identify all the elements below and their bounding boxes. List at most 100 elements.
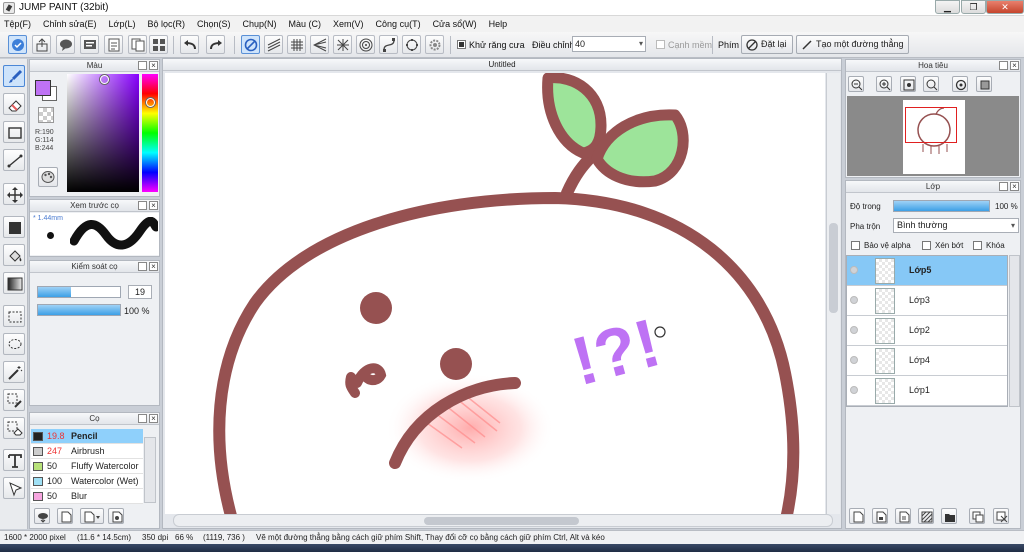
- panel-close-icon[interactable]: [149, 60, 158, 71]
- maximize-button[interactable]: ❐: [961, 0, 986, 14]
- menu-color[interactable]: Màu (C): [289, 19, 322, 29]
- correction-dropdown[interactable]: 40: [572, 36, 646, 52]
- layer-visibility-icon[interactable]: [850, 386, 858, 394]
- zoom-out-button[interactable]: [848, 76, 864, 92]
- redo-button[interactable]: [206, 35, 225, 54]
- snap-grid-button[interactable]: [287, 35, 306, 54]
- operation-tool[interactable]: [3, 477, 25, 499]
- snap-parallel-button[interactable]: [264, 35, 283, 54]
- brush-item[interactable]: 50 Blur: [31, 489, 143, 504]
- fit-window-button[interactable]: [900, 76, 916, 92]
- minimize-button[interactable]: ▁: [935, 0, 960, 14]
- menu-layer[interactable]: Lớp(L): [109, 19, 136, 29]
- layer-visibility-icon[interactable]: [850, 266, 858, 274]
- text-tool[interactable]: [3, 449, 25, 471]
- new-tone-layer-button[interactable]: [918, 508, 934, 524]
- soft-edge-checkbox[interactable]: [656, 40, 665, 49]
- brush-size-slider[interactable]: [37, 286, 121, 298]
- color-set-button[interactable]: [38, 167, 58, 187]
- brush-item[interactable]: 50 Fluffy Watercolor: [31, 459, 143, 474]
- hue-slider-handle[interactable]: [146, 98, 155, 107]
- brush-menu-button[interactable]: [80, 508, 104, 524]
- note-button[interactable]: [80, 35, 99, 54]
- menu-tools[interactable]: Công cụ(T): [376, 19, 421, 29]
- page-list-button[interactable]: [128, 35, 147, 54]
- lasso-select-tool[interactable]: [3, 333, 25, 355]
- lock-checkbox[interactable]: [973, 241, 982, 250]
- new-halftone-layer-button[interactable]: [895, 508, 911, 524]
- brush-list-scrollbar[interactable]: [144, 437, 156, 503]
- panel-close-icon[interactable]: [149, 200, 158, 211]
- snap-off-button[interactable]: [241, 35, 260, 54]
- ruler-toggle-button[interactable]: [8, 35, 27, 54]
- brush-settings-button[interactable]: [108, 508, 124, 524]
- menu-edit[interactable]: Chỉnh sửa(E): [43, 19, 97, 29]
- brush-item[interactable]: 247 Airbrush: [31, 444, 143, 459]
- snap-ellipse-button[interactable]: [402, 35, 421, 54]
- eraser-tool[interactable]: [3, 93, 25, 115]
- canvas-horizontal-scrollbar[interactable]: [173, 514, 833, 527]
- grid-layout-button[interactable]: [149, 35, 168, 54]
- layer-visibility-icon[interactable]: [850, 356, 858, 364]
- new-layer-button[interactable]: [849, 508, 865, 524]
- panel-close-icon[interactable]: [149, 261, 158, 272]
- sv-picker-handle[interactable]: [100, 75, 109, 84]
- panel-close-icon[interactable]: [1010, 181, 1019, 192]
- layer-row[interactable]: Lớp4: [847, 346, 1007, 376]
- antialias-checkbox[interactable]: [457, 40, 466, 49]
- drawing-canvas[interactable]: !?!: [165, 73, 825, 514]
- layer-list-scrollbar[interactable]: [1009, 255, 1020, 407]
- select-pen-tool[interactable]: [3, 389, 25, 411]
- panel-float-icon[interactable]: [138, 61, 147, 70]
- panel-float-icon[interactable]: [999, 182, 1008, 191]
- brush-size-input[interactable]: 19: [128, 285, 152, 299]
- export-button[interactable]: [32, 35, 51, 54]
- transparent-color-swatch[interactable]: [38, 107, 54, 123]
- new-raster-layer-button[interactable]: [872, 508, 888, 524]
- menu-file[interactable]: Tệp(F): [4, 19, 31, 29]
- rect-select-tool[interactable]: [3, 305, 25, 327]
- snap-curve-button[interactable]: [379, 35, 398, 54]
- brush-item[interactable]: 19.8 Pencil: [31, 429, 143, 444]
- menu-help[interactable]: Help: [489, 19, 508, 29]
- actual-size-button[interactable]: [923, 76, 939, 92]
- panel-float-icon[interactable]: [138, 262, 147, 271]
- fill-rect-tool[interactable]: [3, 216, 25, 238]
- layer-visibility-icon[interactable]: [850, 296, 858, 304]
- layer-row[interactable]: Lớp2: [847, 316, 1007, 346]
- navigator-view-rect[interactable]: [905, 107, 957, 143]
- saturation-value-picker[interactable]: [67, 74, 139, 192]
- reset-view-button[interactable]: [976, 76, 992, 92]
- line-tool[interactable]: [3, 149, 25, 171]
- panel-float-icon[interactable]: [138, 414, 147, 423]
- layer-row[interactable]: Lớp5: [847, 256, 1007, 286]
- canvas-vertical-scrollbar[interactable]: [826, 73, 840, 514]
- brush-tool[interactable]: [3, 65, 25, 87]
- close-button[interactable]: ✕: [986, 0, 1024, 14]
- reset-button[interactable]: Đặt lại: [741, 35, 793, 54]
- menu-filter[interactable]: Bộ lọc(R): [147, 19, 185, 29]
- rotate-view-button[interactable]: [952, 76, 968, 92]
- panel-float-icon[interactable]: [138, 201, 147, 210]
- layer-row[interactable]: Lớp1: [847, 376, 1007, 406]
- brush-download-button[interactable]: [34, 508, 50, 524]
- canvas-tab-title[interactable]: Untitled: [163, 59, 841, 71]
- panel-close-icon[interactable]: [1010, 60, 1019, 71]
- panel-float-icon[interactable]: [999, 61, 1008, 70]
- magic-wand-tool[interactable]: [3, 361, 25, 383]
- zoom-in-button[interactable]: [876, 76, 892, 92]
- select-eraser-tool[interactable]: [3, 417, 25, 439]
- clipping-checkbox[interactable]: [922, 241, 931, 250]
- blend-mode-dropdown[interactable]: Bình thường ▾: [893, 218, 1019, 233]
- snap-settings-button[interactable]: [425, 35, 444, 54]
- straight-line-button[interactable]: Tạo một đường thẳng: [796, 35, 910, 54]
- menu-view[interactable]: Xem(V): [333, 19, 364, 29]
- gradient-tool[interactable]: [3, 272, 25, 294]
- horizontal-scroll-thumb[interactable]: [424, 517, 579, 525]
- layer-visibility-icon[interactable]: [850, 326, 858, 334]
- delete-layer-button[interactable]: [993, 508, 1009, 524]
- brush-opacity-slider[interactable]: [37, 304, 121, 316]
- snap-radial-button[interactable]: [333, 35, 352, 54]
- foreground-color-swatch[interactable]: [35, 80, 51, 96]
- snap-perspective-button[interactable]: [310, 35, 329, 54]
